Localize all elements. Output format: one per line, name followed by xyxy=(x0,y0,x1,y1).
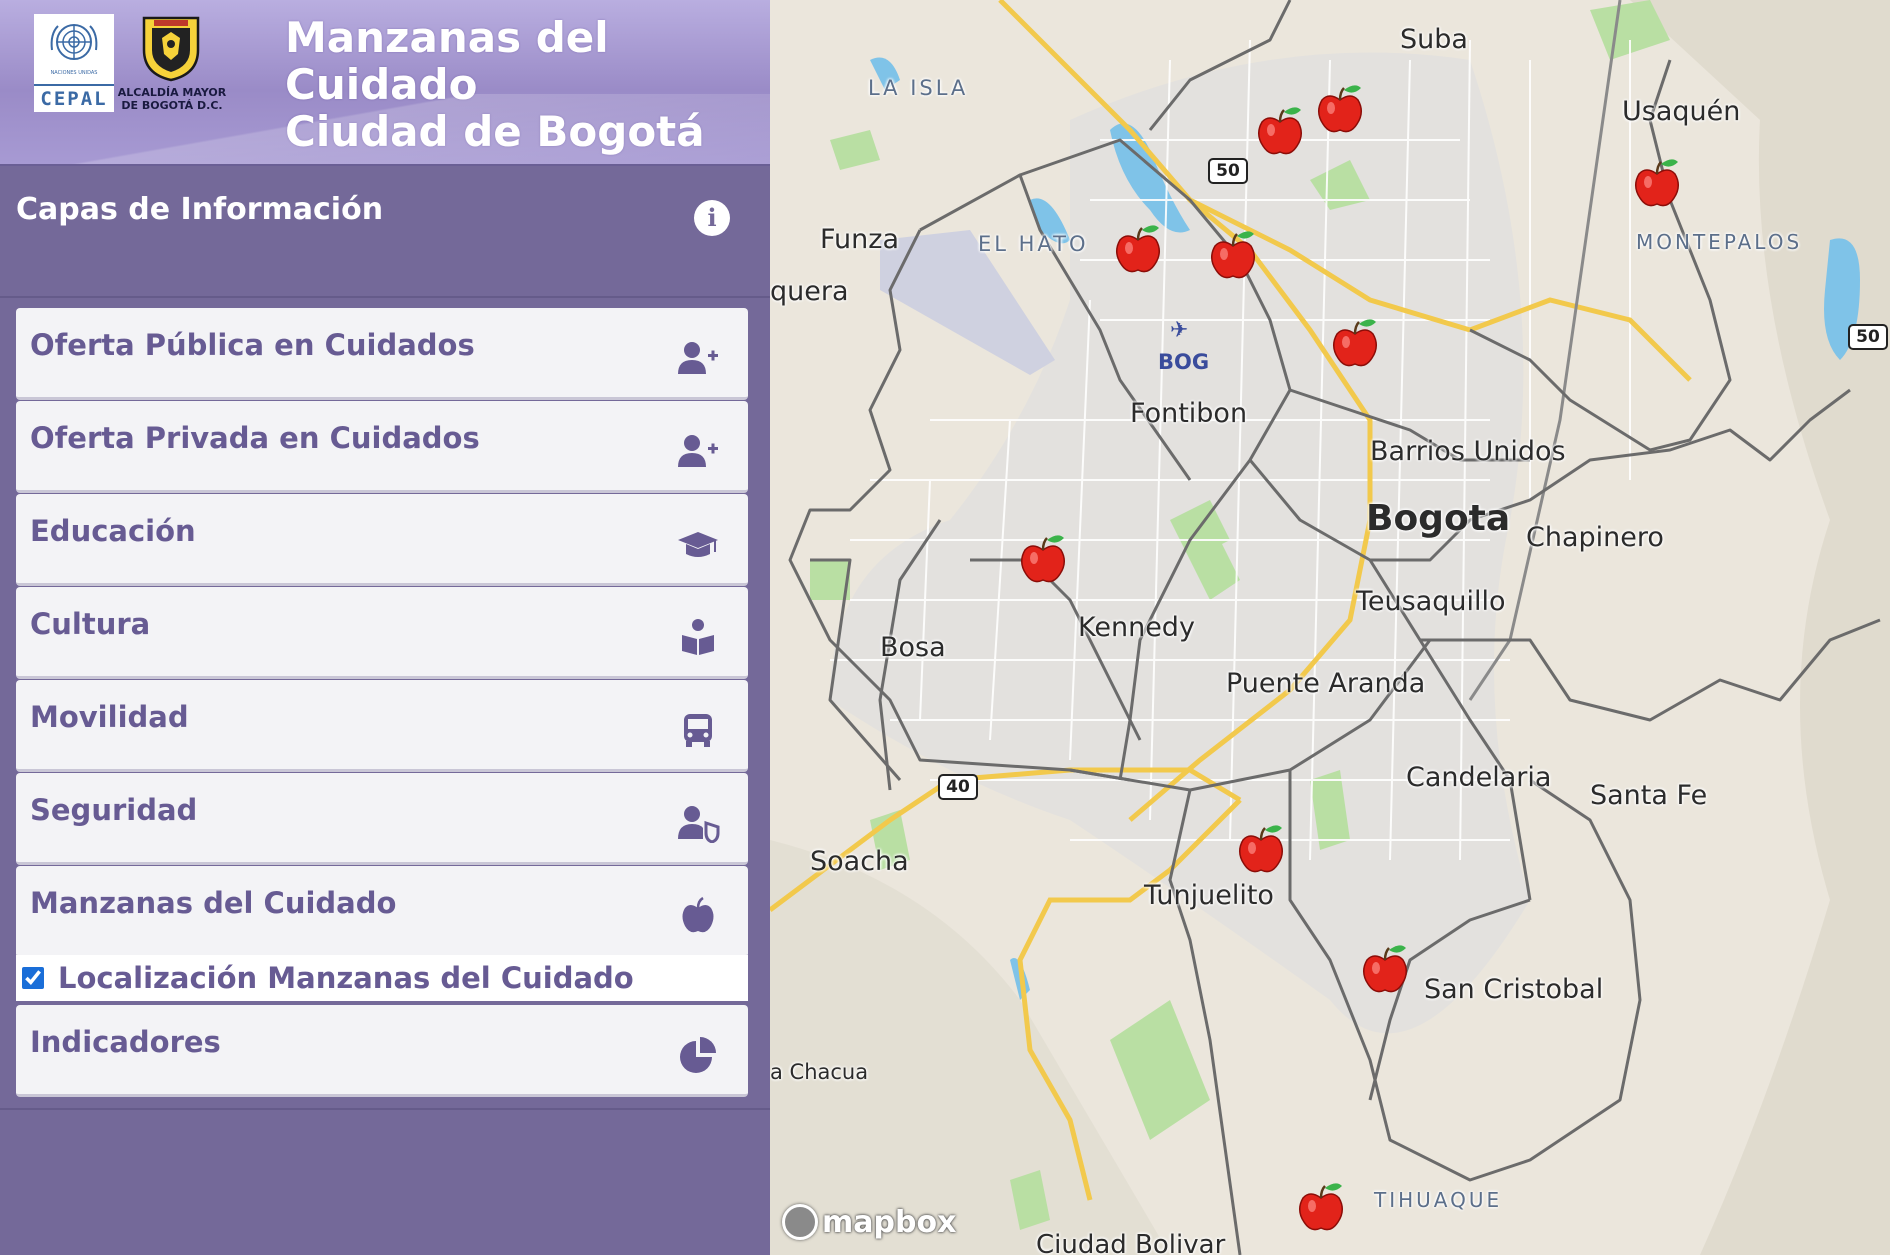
map-label-fontibon: Fontibon xyxy=(1130,398,1248,429)
map-view[interactable]: Suba Usaquén LA ISLA Funza EL HATO MONTE… xyxy=(770,0,1890,1255)
sublayer-checkbox[interactable] xyxy=(22,967,44,989)
apple-marker-icon[interactable] xyxy=(1236,822,1286,876)
map-label-barrios-unidos: Barrios Unidos xyxy=(1370,436,1566,467)
apple-marker-icon[interactable] xyxy=(1208,228,1258,282)
map-label-ciudad-bolivar: Ciudad Bolivar xyxy=(1036,1230,1226,1255)
bogota-coat-of-arms-icon xyxy=(142,16,200,82)
road-shield: 50 xyxy=(1208,158,1248,184)
sidebar: NACIONES UNIDAS CEPAL ALCALDÍA MAYOR DE … xyxy=(0,0,770,1255)
mapbox-logo-icon xyxy=(782,1204,818,1240)
un-logo-caption: NACIONES UNIDAS xyxy=(50,70,98,76)
map-label-el-hato: EL HATO xyxy=(978,232,1089,256)
sublayer-localizacion-manzanas[interactable]: Localización Manzanas del Cuidado xyxy=(16,955,748,1001)
bogota-logo-text: ALCALDÍA MAYOR DE BOGOTÁ D.C. xyxy=(116,86,228,112)
map-label-la-isla: LA ISLA xyxy=(868,76,969,100)
user-shield-icon xyxy=(678,806,720,843)
airport-icon: ✈ xyxy=(1170,318,1189,343)
layer-label: Educación xyxy=(30,514,196,548)
apple-marker-icon[interactable] xyxy=(1315,82,1365,136)
book-reader-icon xyxy=(682,619,714,655)
bogota-logo-line2: DE BOGOTÁ D.C. xyxy=(121,99,223,112)
map-label-usaquen: Usaquén xyxy=(1622,96,1741,127)
layer-educacion[interactable]: Educación xyxy=(16,494,748,586)
airport-code-label: BOG xyxy=(1158,350,1210,374)
user-plus-icon xyxy=(678,435,718,467)
cepal-logo: NACIONES UNIDAS CEPAL xyxy=(34,14,114,112)
map-label-tihuaque: TIHUAQUE xyxy=(1374,1188,1503,1212)
app-title-line2: Cuidado xyxy=(285,60,478,109)
app-title: Manzanas del Cuidado Ciudad de Bogotá xyxy=(285,14,765,155)
graduation-cap-icon xyxy=(678,532,718,557)
map-label-chapinero: Chapinero xyxy=(1526,522,1664,553)
app-title-line1: Manzanas del xyxy=(285,13,609,62)
cepal-logo-text: CEPAL xyxy=(34,84,114,112)
pie-chart-icon xyxy=(680,1037,716,1073)
apple-marker-icon[interactable] xyxy=(1360,942,1410,996)
apple-icon xyxy=(682,896,714,933)
un-emblem-icon xyxy=(50,24,98,60)
map-label-san-cristobal: San Cristobal xyxy=(1424,974,1604,1005)
layers-panel-title: Capas de Información xyxy=(16,192,384,227)
map-label-candelaria: Candelaria xyxy=(1406,762,1552,793)
apple-marker-icon[interactable] xyxy=(1113,222,1163,276)
sublayer-label: Localización Manzanas del Cuidado xyxy=(58,961,634,995)
layer-seguridad[interactable]: Seguridad xyxy=(16,773,748,865)
mapbox-attribution-text: mapbox xyxy=(822,1204,957,1240)
map-label-santa-fe: Santa Fe xyxy=(1590,780,1708,811)
layer-label: Cultura xyxy=(30,607,151,641)
layer-oferta-privada[interactable]: Oferta Privada en Cuidados xyxy=(16,401,748,493)
map-label-montepalos: MONTEPALOS xyxy=(1636,230,1803,254)
app-title-line3: Ciudad de Bogotá xyxy=(285,107,705,156)
map-label-mosquera: quera xyxy=(770,276,849,307)
map-label-suba: Suba xyxy=(1400,24,1468,55)
map-label-chacua: a Chacua xyxy=(770,1060,869,1084)
map-label-puente-aranda: Puente Aranda xyxy=(1226,668,1426,699)
app-header: NACIONES UNIDAS CEPAL ALCALDÍA MAYOR DE … xyxy=(0,0,770,166)
layer-label: Seguridad xyxy=(30,793,198,827)
layer-cultura[interactable]: Cultura xyxy=(16,587,748,679)
layer-movilidad[interactable]: Movilidad xyxy=(16,680,748,772)
layer-indicadores[interactable]: Indicadores xyxy=(16,1005,748,1097)
map-label-funza: Funza xyxy=(820,224,899,255)
layer-label: Indicadores xyxy=(30,1025,221,1059)
apple-marker-icon[interactable] xyxy=(1255,104,1305,158)
apple-marker-icon[interactable] xyxy=(1018,532,1068,586)
info-icon[interactable]: i xyxy=(694,200,730,236)
user-plus-icon xyxy=(678,342,718,374)
map-label-teusaquillo: Teusaquillo xyxy=(1356,586,1506,617)
layer-label: Movilidad xyxy=(30,700,189,734)
sidebar-divider xyxy=(0,1108,770,1110)
bogota-logo-line1: ALCALDÍA MAYOR xyxy=(117,86,227,99)
basemap xyxy=(770,0,1890,1255)
layer-manzanas-del-cuidado[interactable]: Manzanas del Cuidado xyxy=(16,866,748,958)
road-shield: 50 xyxy=(1848,324,1888,350)
layer-label: Oferta Privada en Cuidados xyxy=(30,421,480,455)
apple-marker-icon[interactable] xyxy=(1632,156,1682,210)
map-label-kennedy: Kennedy xyxy=(1078,612,1195,643)
map-label-soacha: Soacha xyxy=(810,846,909,877)
mapbox-attribution[interactable]: mapbox xyxy=(782,1204,956,1240)
layer-label: Manzanas del Cuidado xyxy=(30,886,397,920)
bus-icon xyxy=(684,714,712,747)
map-label-tunjuelito: Tunjuelito xyxy=(1144,880,1274,911)
road-shield: 40 xyxy=(938,774,978,800)
map-label-bosa: Bosa xyxy=(880,632,946,663)
map-label-bogota: Bogota xyxy=(1366,498,1511,539)
layers-divider xyxy=(0,296,770,298)
layer-label: Oferta Pública en Cuidados xyxy=(30,328,475,362)
layer-oferta-publica[interactable]: Oferta Pública en Cuidados xyxy=(16,308,748,400)
apple-marker-icon[interactable] xyxy=(1296,1180,1346,1234)
apple-marker-icon[interactable] xyxy=(1330,316,1380,370)
